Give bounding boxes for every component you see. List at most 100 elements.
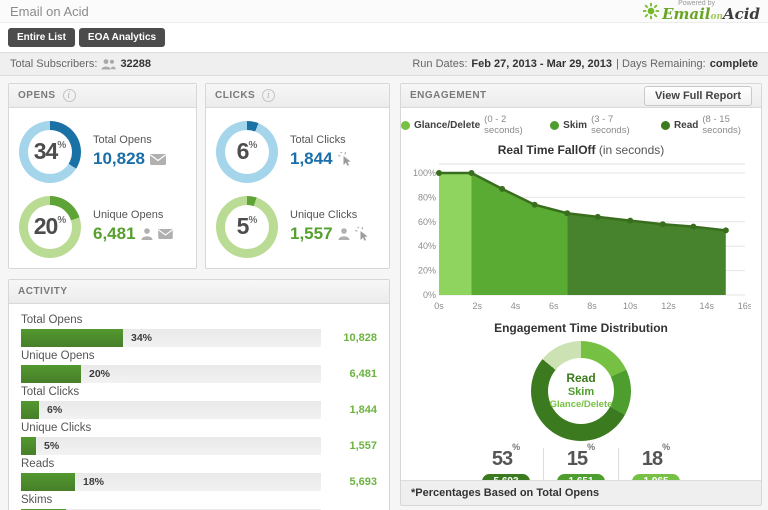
opens-panel-title: OPENS xyxy=(18,90,56,101)
tab-entire-list[interactable]: Entire List xyxy=(8,28,75,47)
svg-text:12s: 12s xyxy=(661,301,676,311)
glance-pct: 18 xyxy=(641,448,663,470)
distribution-donut: Read Skim Glance/Delete xyxy=(531,341,631,441)
info-icon[interactable]: i xyxy=(262,89,276,102)
days-remaining-label: | Days Remaining: xyxy=(616,58,706,70)
brand-acid: Acid xyxy=(723,4,760,23)
svg-text:60%: 60% xyxy=(418,217,436,227)
envelope-icon xyxy=(157,229,173,239)
engagement-panel-title: ENGAGEMENT xyxy=(410,90,487,101)
activity-bar-pct: 18% xyxy=(83,476,105,488)
total-opens-pct: 34 xyxy=(33,138,59,164)
legend-name: Skim xyxy=(563,119,588,131)
logo-text: Powered by EmailonAcid xyxy=(662,0,760,23)
svg-text:8s: 8s xyxy=(587,301,597,311)
svg-text:16s: 16s xyxy=(738,301,751,311)
legend-item-skim: Skim (3 - 7 seconds) xyxy=(550,114,645,136)
click-icon xyxy=(337,152,351,166)
legend-item-glance: Glance/Delete (0 - 2 seconds) xyxy=(401,114,534,136)
unique-opens-donut: 20% xyxy=(19,195,81,258)
run-dates-value: Feb 27, 2013 - Mar 29, 2013 xyxy=(471,58,613,70)
svg-text:80%: 80% xyxy=(418,192,436,202)
activity-bar-pct: 6% xyxy=(47,404,63,416)
activity-row-value: 5,693 xyxy=(349,476,377,488)
unique-clicks-metric: 5% Unique Clicks 1,557 xyxy=(216,189,379,264)
total-opens-label: Total Opens xyxy=(93,134,152,146)
run-dates-label: Run Dates: xyxy=(412,58,468,70)
falloff-chart-title: Real Time FallOff (in seconds) xyxy=(401,143,761,157)
skim-pct: 15 xyxy=(566,448,588,470)
falloff-legend: Glance/Delete (0 - 2 seconds) Skim (3 - … xyxy=(401,114,761,136)
activity-row: Unique Clicks 5% 1,557 xyxy=(21,422,377,455)
activity-panel: ACTIVITY Total Opens 34% 10,828 Unique Open… xyxy=(8,279,390,510)
donut-center-glance: Glance/Delete xyxy=(549,399,613,411)
activity-panel-title: ACTIVITY xyxy=(18,286,68,297)
opens-panel-header: OPENS i xyxy=(9,84,196,108)
glance-legend-dot xyxy=(401,120,410,130)
activity-row: Total Clicks 6% 1,844 xyxy=(21,386,377,419)
title-bar: Email on Acid Powered by EmailonAcid xyxy=(0,0,768,23)
engagement-panel: ENGAGEMENT View Full Report Glance/Delet… xyxy=(400,83,762,506)
days-remaining-value: complete xyxy=(709,58,758,70)
clicks-panel-title: CLICKS xyxy=(215,90,256,101)
activity-bar-pct: 20% xyxy=(89,368,111,380)
subscribers-group-icon xyxy=(101,58,117,69)
engagement-footnote: *Percentages Based on Total Opens xyxy=(401,480,761,505)
activity-bar-track: 34% xyxy=(21,329,321,347)
click-icon xyxy=(354,227,368,241)
percent-sign: % xyxy=(662,442,671,453)
brand-email: Email xyxy=(662,4,711,23)
distribution-title: Engagement Time Distribution xyxy=(494,321,668,335)
activity-row-value: 6,481 xyxy=(349,368,377,380)
legend-item-read: Read (8 - 15 seconds) xyxy=(660,114,761,136)
donut-center-read: Read xyxy=(566,370,596,385)
activity-bar-fill xyxy=(21,437,36,455)
activity-row-label: Unique Clicks xyxy=(21,422,92,434)
person-icon xyxy=(141,228,153,240)
total-opens-metric: 34% Total Opens 10,828 xyxy=(19,114,186,189)
person-icon xyxy=(338,228,350,240)
skim-legend-dot xyxy=(550,120,560,130)
total-subscribers-value: 32288 xyxy=(120,58,152,70)
view-full-report-button[interactable]: View Full Report xyxy=(644,85,752,106)
percent-sign: % xyxy=(512,442,521,453)
svg-text:6s: 6s xyxy=(549,301,559,311)
percent-sign: % xyxy=(248,140,258,151)
activity-row-value: 10,828 xyxy=(343,332,377,344)
activity-row: Skims xyxy=(21,494,377,510)
total-clicks-donut: 6% xyxy=(216,120,278,183)
tabs-bar: Entire List EOA Analytics xyxy=(0,23,768,52)
falloff-title-suffix: (in seconds) xyxy=(595,143,665,157)
engagement-panel-header: ENGAGEMENT View Full Report xyxy=(401,84,761,108)
activity-panel-header: ACTIVITY xyxy=(9,280,389,304)
activity-row-label: Unique Opens xyxy=(21,350,95,362)
unique-opens-value: 6,481 xyxy=(93,224,136,243)
activity-row-label: Total Opens xyxy=(21,314,83,326)
activity-row: Total Opens 34% 10,828 xyxy=(21,314,377,347)
percent-sign: % xyxy=(57,140,67,151)
activity-bar-pct: 34% xyxy=(131,332,153,344)
unique-clicks-pct: 5 xyxy=(236,213,250,239)
svg-text:0%: 0% xyxy=(423,290,436,300)
tab-eoa-analytics[interactable]: EOA Analytics xyxy=(78,28,166,47)
svg-text:0s: 0s xyxy=(434,301,444,311)
activity-bar-fill xyxy=(21,401,39,419)
activity-bar-track: 18% xyxy=(21,473,321,491)
legend-name: Glance/Delete xyxy=(414,119,481,131)
falloff-area-chart: 100% 80% 60% 40% 20% 0%0s 2s 4s 6s 8s 10s 12s 14s 16s xyxy=(413,163,751,311)
dashboard-page: Email on Acid Powered by EmailonAcid Ent… xyxy=(0,0,768,510)
total-clicks-pct: 6 xyxy=(236,138,250,164)
activity-row: Reads 18% 5,693 xyxy=(21,458,377,491)
legend-range: (0 - 2 seconds) xyxy=(484,114,523,136)
percent-sign: % xyxy=(57,215,67,226)
activity-bar-track: 5% xyxy=(21,437,321,455)
activity-row-label: Reads xyxy=(21,458,55,470)
legend-range: (8 - 15 seconds) xyxy=(702,114,741,136)
svg-text:4s: 4s xyxy=(511,301,521,311)
info-icon[interactable]: i xyxy=(62,89,76,102)
falloff-title-main: Real Time FallOff xyxy=(497,143,596,157)
activity-bar-track: 20% xyxy=(21,365,321,383)
activity-row-label: Total Clicks xyxy=(21,386,80,398)
activity-row: Unique Opens 20% 6,481 xyxy=(21,350,377,383)
unique-clicks-label: Unique Clicks xyxy=(290,209,358,221)
